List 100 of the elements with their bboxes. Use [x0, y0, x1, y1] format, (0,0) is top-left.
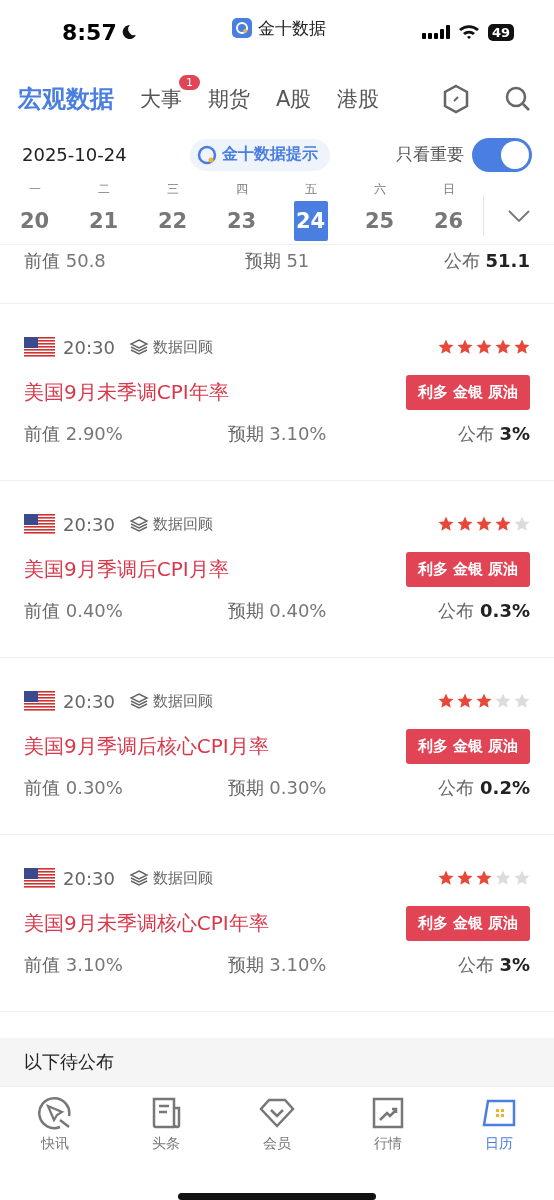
star-icon — [438, 870, 454, 887]
wifi-icon — [457, 24, 480, 41]
category-tab[interactable]: 大事 — [140, 87, 182, 112]
impact-tag: 利多 金银 原油 — [405, 551, 530, 587]
event-title[interactable]: 美国9月季调后CPI月率 — [24, 555, 406, 583]
day-button[interactable]: 23 — [224, 201, 259, 241]
previous-value: 前值 50.8 — [24, 249, 107, 274]
us-flag-icon — [24, 691, 55, 712]
actual-value: 公布 3% — [456, 953, 530, 978]
data-review-link[interactable]: 数据回顾 — [128, 691, 213, 711]
actual-value: 公布 3% — [456, 422, 530, 447]
impact-tag: 利多 金银 原油 — [405, 374, 530, 410]
current-date: 2025-10-24 — [22, 144, 128, 166]
star-icon — [457, 339, 473, 356]
star-icon — [457, 693, 473, 710]
us-flag-icon — [24, 337, 55, 358]
star-icon — [476, 339, 492, 356]
star-icon — [514, 339, 530, 356]
day-button[interactable]: 24 — [293, 201, 328, 241]
compass-icon — [38, 1096, 73, 1130]
star-icon — [495, 870, 511, 887]
important-only-toggle[interactable] — [472, 137, 532, 172]
star-icon — [495, 516, 511, 533]
event-time: 20:30 — [63, 867, 115, 889]
event-time: 20:30 — [63, 336, 115, 358]
app-name: 金十数据 — [258, 16, 327, 40]
previous-value: 前值 0.30% — [24, 776, 124, 801]
forecast-value: 预期 3.10% — [226, 953, 328, 978]
impact-tag: 利多 金银 原油 — [405, 728, 530, 764]
weekday-label: 一 — [28, 181, 41, 198]
forecast-value: 预期 3.10% — [226, 422, 328, 447]
star-icon — [514, 516, 530, 533]
nav-tab[interactable]: 会员 — [221, 1095, 333, 1153]
weekday-label: 五 — [304, 181, 317, 198]
event-time: 20:30 — [63, 690, 115, 712]
star-icon — [457, 870, 473, 887]
weekday-label: 六 — [373, 181, 386, 198]
trend-chart-icon — [371, 1097, 404, 1129]
weekday-label: 日 — [442, 181, 455, 198]
battery-level: 49 — [487, 23, 514, 41]
event-title[interactable]: 美国9月季调后核心CPI月率 — [24, 732, 406, 760]
forecast-value: 预期 51 — [243, 249, 311, 274]
nav-tab[interactable]: 行情 — [332, 1095, 444, 1153]
star-icon — [495, 339, 511, 356]
previous-value: 前值 3.10% — [24, 953, 124, 978]
actual-value: 公布 0.3% — [437, 599, 530, 624]
hexagon-icon[interactable] — [442, 84, 470, 115]
forecast-value: 预期 0.30% — [226, 776, 328, 801]
category-tab[interactable]: 期货 — [208, 87, 250, 112]
layers-icon — [128, 870, 149, 887]
nav-tab[interactable]: 头条 — [110, 1095, 222, 1153]
data-review-link[interactable]: 数据回顾 — [128, 337, 213, 357]
chevron-down-icon[interactable] — [507, 208, 531, 223]
star-icon — [438, 339, 454, 356]
day-button[interactable]: 26 — [431, 201, 466, 241]
category-tab[interactable]: 港股 — [337, 87, 380, 112]
filter-label: 只看重要 — [396, 143, 464, 167]
day-button[interactable]: 22 — [155, 201, 190, 241]
event-title[interactable]: 美国9月未季调CPI年率 — [24, 378, 406, 406]
data-review-link[interactable]: 数据回顾 — [128, 514, 213, 534]
star-icon — [476, 516, 492, 533]
moon-icon — [120, 24, 137, 41]
us-flag-icon — [24, 514, 55, 535]
diamond-icon — [259, 1098, 295, 1128]
actual-value: 公布 51.1 — [442, 249, 530, 274]
event-title[interactable]: 美国9月未季调核心CPI年率 — [24, 909, 406, 937]
star-icon — [495, 693, 511, 710]
count-badge: 1 — [179, 75, 200, 91]
data-review-link[interactable]: 数据回顾 — [128, 868, 213, 888]
calendar-icon — [481, 1098, 516, 1128]
star-icon — [476, 870, 492, 887]
star-icon — [514, 870, 530, 887]
day-button[interactable]: 20 — [17, 201, 52, 241]
star-icon — [438, 516, 454, 533]
previous-value: 前值 0.40% — [24, 599, 124, 624]
category-tab[interactable]: A股 — [276, 87, 312, 112]
us-flag-icon — [24, 868, 55, 889]
section-header: 以下待公布 — [24, 1050, 114, 1075]
day-button[interactable]: 25 — [362, 201, 397, 241]
forecast-value: 预期 0.40% — [226, 599, 328, 624]
weekday-label: 四 — [235, 181, 248, 198]
weekday-label: 三 — [166, 181, 179, 198]
signal-icon — [421, 24, 450, 41]
previous-value: 前值 2.90% — [24, 422, 124, 447]
actual-value: 公布 0.2% — [437, 776, 530, 801]
event-time: 20:30 — [63, 513, 115, 535]
nav-tab[interactable]: 快讯 — [0, 1095, 111, 1153]
star-icon — [514, 693, 530, 710]
app-logo-icon — [232, 18, 253, 39]
layers-icon — [128, 693, 149, 710]
data-tips-button[interactable]: 金十数据提示 — [190, 138, 330, 171]
category-tab[interactable]: 宏观数据 — [18, 85, 114, 114]
weekday-label: 二 — [97, 181, 110, 198]
layers-icon — [128, 339, 149, 356]
nav-tab[interactable]: 日历 — [443, 1095, 554, 1153]
star-icon — [457, 516, 473, 533]
impact-tag: 利多 金银 原油 — [405, 905, 530, 941]
day-button[interactable]: 21 — [86, 201, 121, 241]
status-time: 8:57 — [62, 19, 117, 45]
star-icon — [476, 693, 492, 710]
